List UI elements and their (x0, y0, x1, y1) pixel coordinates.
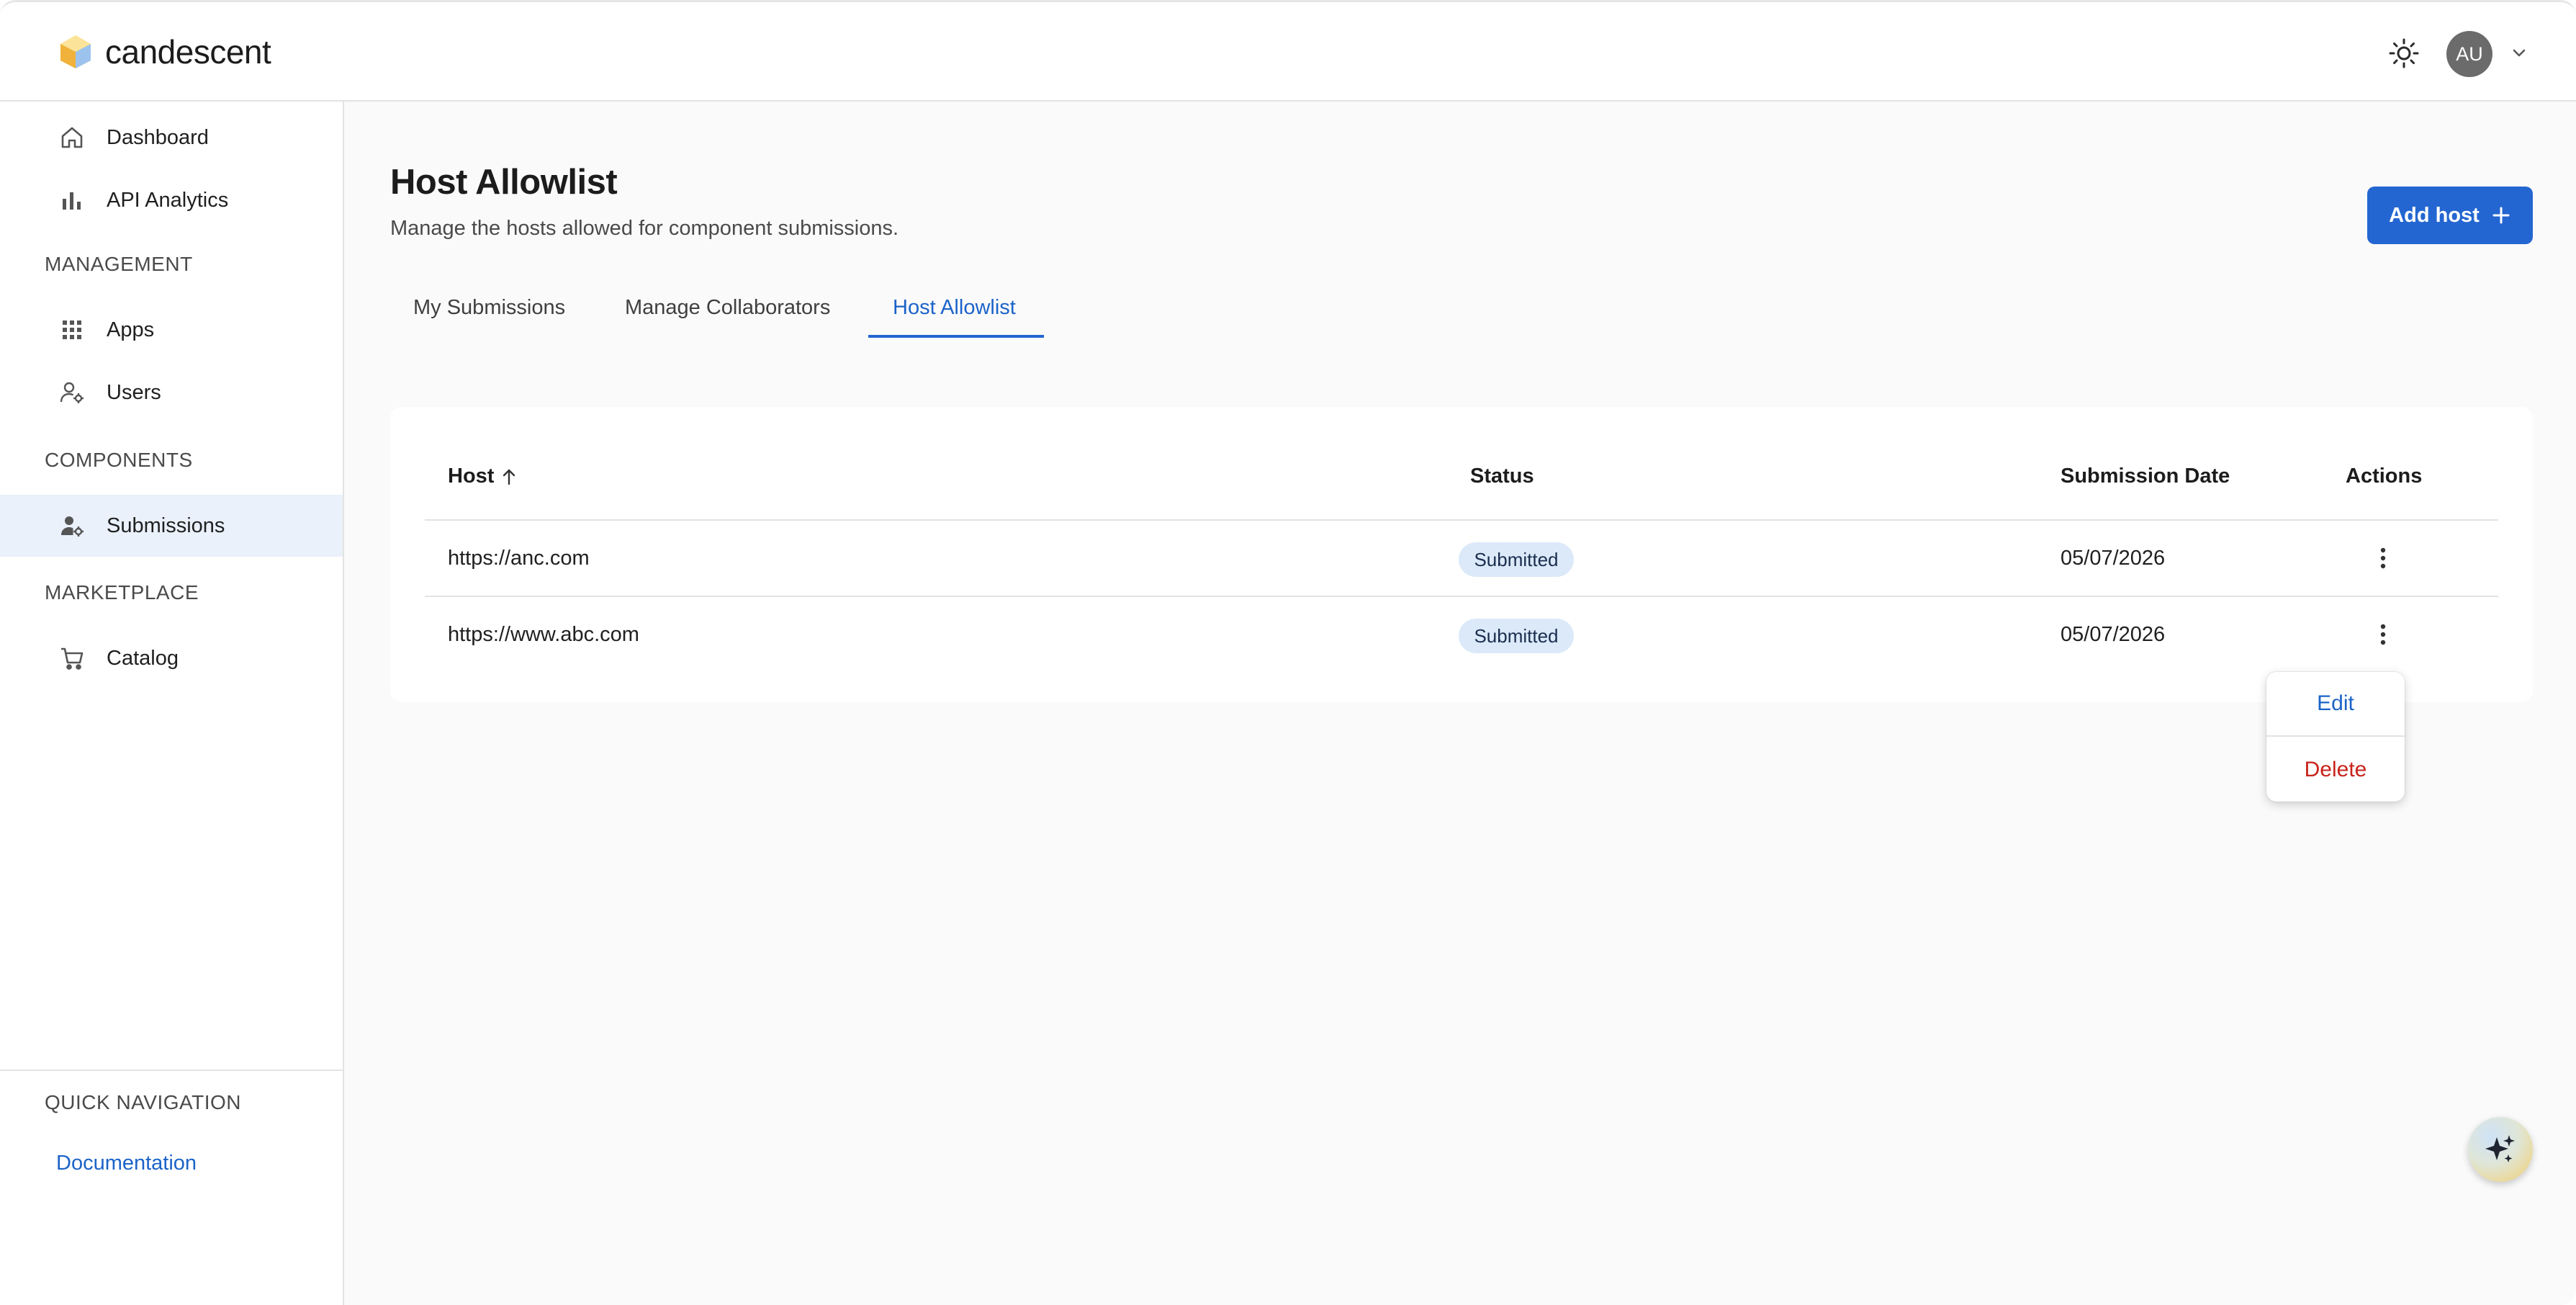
top-header: candescent AU (0, 2, 2576, 102)
page-subtitle: Manage the hosts allowed for component s… (390, 217, 899, 240)
column-header-actions: Actions (2346, 465, 2423, 488)
status-badge: Submitted (1459, 619, 1574, 653)
sidebar-divider (0, 1069, 343, 1071)
add-host-label: Add host (2389, 203, 2480, 227)
chevron-down-icon[interactable] (2508, 42, 2530, 64)
edit-menu-item[interactable]: Edit (2266, 672, 2405, 735)
candescent-logo-icon (60, 35, 91, 68)
sun-icon (2389, 38, 2419, 68)
cart-icon (61, 647, 84, 670)
sort-arrow-up-icon (503, 469, 515, 485)
app-window: candescent AU Dashboard API Analytics MA… (0, 0, 2576, 1305)
host-cell: https://www.abc.com (448, 623, 639, 646)
section-label-marketplace: MARKETPLACE (45, 581, 199, 604)
delete-menu-item[interactable]: Delete (2266, 738, 2405, 802)
sidebar-item-api-analytics[interactable]: API Analytics (0, 169, 343, 231)
sidebar-item-label: API Analytics (107, 188, 229, 212)
column-header-submission-date: Submission Date (2061, 465, 2230, 488)
tab-host-allowlist[interactable]: Host Allowlist (893, 296, 1016, 320)
sidebar: Dashboard API Analytics MANAGEMENT Apps (0, 102, 344, 1305)
status-badge: Submitted (1459, 542, 1574, 577)
section-label-management: MANAGEMENT (45, 253, 193, 275)
more-vertical-icon (2380, 624, 2386, 645)
brand-name: candescent (105, 33, 271, 71)
plus-icon (2492, 207, 2510, 224)
user-gear-filled-icon (61, 516, 84, 537)
row-actions-menu: Edit Delete (2266, 672, 2405, 802)
grid-icon (63, 320, 81, 339)
sidebar-item-users[interactable]: Users (0, 362, 343, 423)
user-avatar[interactable]: AU (2446, 31, 2492, 77)
page-title: Host Allowlist (390, 163, 618, 202)
row-actions-button[interactable] (2369, 541, 2397, 575)
home-icon (61, 127, 83, 148)
ai-assistant-button[interactable] (2468, 1117, 2533, 1182)
theme-toggle-button[interactable] (2386, 35, 2422, 71)
date-cell: 05/07/2026 (2061, 547, 2166, 570)
section-label-quick-navigation: QUICK NAVIGATION (45, 1091, 241, 1113)
brand-logo[interactable]: candescent (59, 31, 271, 73)
table-divider (425, 519, 2498, 521)
row-actions-button[interactable] (2369, 617, 2397, 652)
sidebar-item-label: Users (107, 380, 161, 404)
sidebar-item-submissions[interactable]: Submissions (0, 495, 343, 557)
sidebar-item-label: Catalog (107, 646, 179, 670)
documentation-link[interactable]: Documentation (56, 1152, 197, 1175)
sparkle-icon (2485, 1135, 2515, 1162)
sidebar-item-catalog[interactable]: Catalog (0, 627, 343, 689)
sidebar-item-label: Dashboard (107, 125, 209, 149)
active-tab-indicator (868, 335, 1044, 338)
sidebar-item-dashboard[interactable]: Dashboard (0, 107, 343, 169)
column-header-status: Status (1470, 465, 1534, 488)
bar-chart-icon (63, 192, 81, 210)
sidebar-item-label: Submissions (107, 514, 225, 537)
host-cell: https://anc.com (448, 547, 590, 570)
menu-divider (2266, 735, 2405, 737)
sidebar-item-apps[interactable]: Apps (0, 299, 343, 361)
column-header-label: Host (448, 465, 495, 488)
table-divider (425, 596, 2498, 597)
tab-manage-collaborators[interactable]: Manage Collaborators (625, 296, 830, 320)
user-gear-icon (60, 382, 84, 403)
date-cell: 05/07/2026 (2061, 623, 2166, 646)
sidebar-item-label: Apps (107, 318, 155, 341)
section-label-components: COMPONENTS (45, 449, 193, 471)
more-vertical-icon (2380, 547, 2386, 569)
column-header-host[interactable]: Host (448, 465, 520, 488)
tab-my-submissions[interactable]: My Submissions (413, 296, 565, 320)
add-host-button[interactable]: Add host (2367, 187, 2533, 244)
